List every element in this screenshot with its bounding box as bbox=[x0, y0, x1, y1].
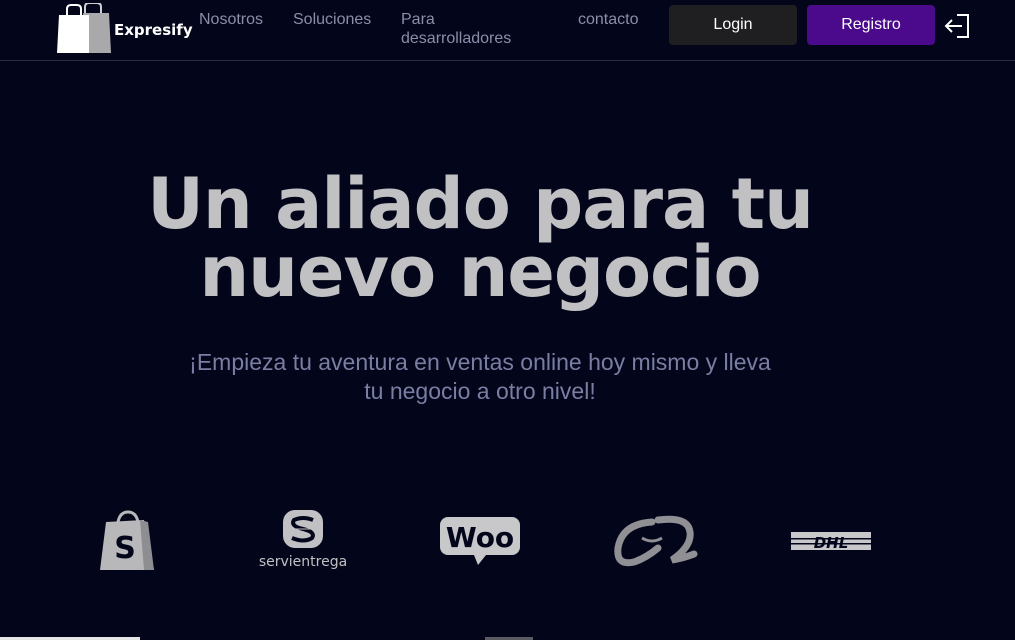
shopping-bag-icon bbox=[57, 3, 111, 53]
site-header: Expresify Nosotros Soluciones Para desar… bbox=[0, 0, 1015, 61]
nav-desarrolladores-line2: desarrolladores bbox=[401, 30, 512, 47]
logout-icon[interactable] bbox=[943, 13, 971, 39]
alibaba-logo bbox=[614, 515, 698, 567]
woocommerce-logo: Woo bbox=[440, 517, 520, 565]
page: Expresify Nosotros Soluciones Para desar… bbox=[0, 0, 1015, 640]
dhl-text: DHL bbox=[814, 534, 849, 552]
hero-subtitle-line1: ¡Empieza tu aventura en ventas online ho… bbox=[189, 349, 771, 375]
servientrega-logo: servientrega bbox=[259, 510, 347, 570]
register-button[interactable]: Registro bbox=[807, 5, 935, 45]
nav-desarrolladores-line1: Para bbox=[401, 11, 435, 28]
brand-name: Expresify bbox=[114, 21, 193, 39]
nav-contacto[interactable]: contacto bbox=[578, 10, 638, 29]
woo-text: Woo bbox=[446, 521, 514, 554]
hero-title: Un aliado para tu nuevo negocio bbox=[140, 169, 820, 307]
servientrega-text: servientrega bbox=[259, 554, 347, 570]
nav-nosotros[interactable]: Nosotros bbox=[199, 10, 263, 29]
hero-subtitle-line2: tu negocio a otro nivel! bbox=[364, 378, 596, 404]
shopify-logo: S bbox=[100, 510, 154, 570]
dhl-logo: DHL bbox=[791, 532, 871, 552]
nav-soluciones[interactable]: Soluciones bbox=[293, 10, 371, 29]
brand-logo[interactable]: Expresify bbox=[57, 3, 197, 55]
login-button[interactable]: Login bbox=[669, 5, 797, 45]
hero-subtitle: ¡Empieza tu aventura en ventas online ho… bbox=[150, 348, 810, 406]
hero-title-line2: nuevo negocio bbox=[199, 231, 761, 313]
nav-desarrolladores[interactable]: Para desarrolladores bbox=[401, 10, 541, 48]
shopify-letter: S bbox=[114, 531, 136, 566]
